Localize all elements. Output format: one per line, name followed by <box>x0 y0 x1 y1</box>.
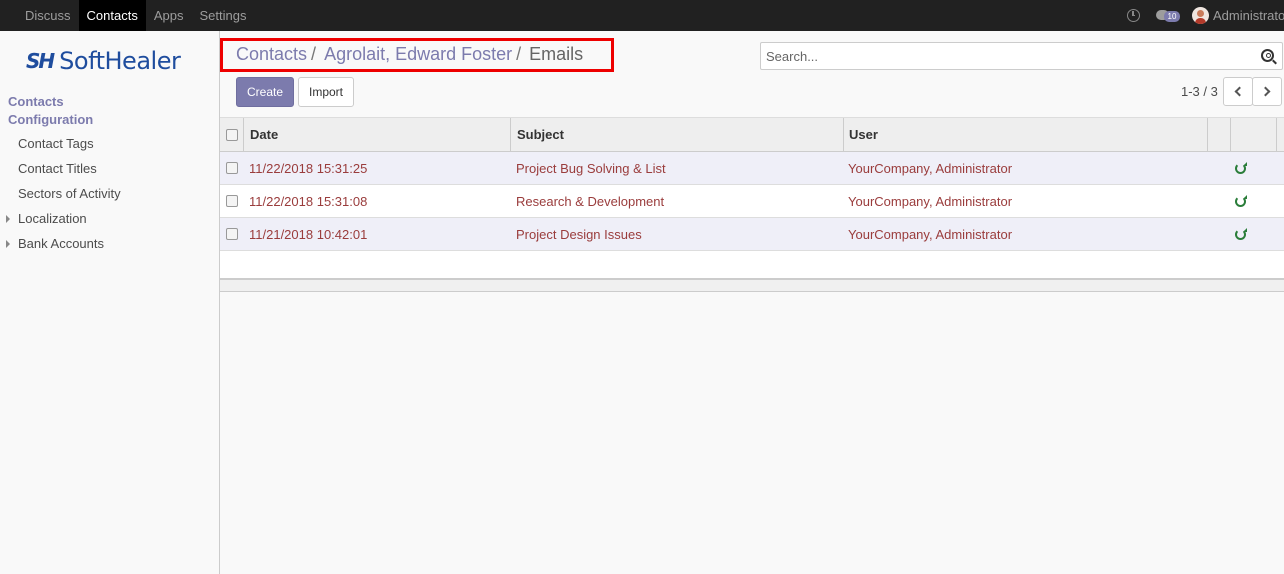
row-checkbox[interactable] <box>226 162 238 174</box>
table-header: Date Subject User <box>220 118 1284 152</box>
sidebar-item-contact-tags[interactable]: Contact Tags <box>18 136 94 151</box>
pager-previous-button[interactable] <box>1223 77 1253 106</box>
row-user: YourCompany, Administrator <box>848 193 1013 209</box>
row-date: 11/21/2018 10:42:01 <box>249 226 368 242</box>
row-select-cell <box>226 152 238 184</box>
row-date: 11/22/2018 15:31:08 <box>249 193 368 209</box>
row-subject: Project Bug Solving & List <box>516 160 666 176</box>
pager-next-button[interactable] <box>1252 77 1282 106</box>
messages-badge: 10 <box>1164 10 1180 22</box>
systray: 10 Administrator <box>1127 0 1284 31</box>
sidebar-section-configuration[interactable]: Configuration <box>8 112 93 127</box>
breadcrumb-item-emails: Emails <box>529 44 584 64</box>
user-menu[interactable]: Administrator <box>1213 8 1284 23</box>
company-logo: SH SoftHealer <box>26 47 181 75</box>
breadcrumb-separator: / <box>516 44 522 64</box>
table-row[interactable]: 11/22/2018 15:31:08 Research & Developme… <box>220 185 1284 218</box>
column-divider <box>1207 118 1208 152</box>
column-header-user[interactable]: User <box>849 118 878 151</box>
menu-apps[interactable]: Apps <box>146 0 192 31</box>
select-all-checkbox[interactable] <box>226 128 238 141</box>
search-input[interactable] <box>761 43 1241 69</box>
create-button[interactable]: Create <box>236 77 294 107</box>
chevron-left-icon <box>1234 86 1245 97</box>
row-resend-cell <box>1235 152 1247 184</box>
column-header-subject[interactable]: Subject <box>517 118 564 151</box>
row-resend-cell <box>1235 185 1247 217</box>
menu-discuss[interactable]: Discuss <box>17 0 79 31</box>
row-checkbox[interactable] <box>226 228 238 240</box>
caret-right-icon <box>6 240 10 248</box>
menu-contacts[interactable]: Contacts <box>78 0 146 31</box>
pager-value[interactable]: 1-3 / 3 <box>1181 84 1218 99</box>
refresh-icon[interactable] <box>1235 161 1247 174</box>
menu-settings[interactable]: Settings <box>191 0 254 31</box>
column-divider <box>510 118 511 152</box>
table-row[interactable]: 11/22/2018 15:31:25 Project Bug Solving … <box>220 152 1284 185</box>
activity-clock-icon[interactable] <box>1127 9 1140 22</box>
messages-icon[interactable]: 10 <box>1156 9 1180 23</box>
column-divider <box>1230 118 1231 152</box>
column-divider <box>843 118 844 152</box>
sidebar-item-bank-accounts[interactable]: Bank Accounts <box>18 236 104 251</box>
row-select-cell <box>226 218 238 250</box>
emails-list: Date Subject User 11/22/2018 15:31:25 Pr… <box>220 117 1284 280</box>
breadcrumb-separator: / <box>311 44 317 64</box>
refresh-icon[interactable] <box>1235 227 1247 240</box>
column-divider <box>1276 118 1277 152</box>
row-checkbox[interactable] <box>226 195 238 207</box>
refresh-icon[interactable] <box>1235 194 1247 207</box>
row-user: YourCompany, Administrator <box>848 160 1013 176</box>
table-footer <box>220 278 1284 292</box>
user-avatar[interactable] <box>1192 7 1209 24</box>
sidebar-section-contacts[interactable]: Contacts <box>8 94 64 109</box>
breadcrumb: Contacts / Agrolait, Edward Foster / Ema… <box>236 44 583 65</box>
import-button[interactable]: Import <box>298 77 354 107</box>
column-header-date[interactable]: Date <box>250 118 278 151</box>
row-user: YourCompany, Administrator <box>848 226 1013 242</box>
sidebar-item-localization[interactable]: Localization <box>18 211 87 226</box>
sidebar: SH SoftHealer Contacts Configuration Con… <box>0 31 220 574</box>
row-date: 11/22/2018 15:31:25 <box>249 160 368 176</box>
logo-mark: SH <box>26 49 55 73</box>
row-subject: Research & Development <box>516 193 665 209</box>
app-menu: Discuss Contacts Apps Settings <box>17 0 254 31</box>
table-row[interactable]: 11/21/2018 10:42:01 Project Design Issue… <box>220 218 1284 251</box>
sidebar-item-contact-titles[interactable]: Contact Titles <box>18 161 97 176</box>
breadcrumb-item-partner[interactable]: Agrolait, Edward Foster <box>324 44 512 65</box>
column-divider <box>243 118 244 152</box>
search-icon[interactable] <box>1261 49 1274 62</box>
row-resend-cell <box>1235 218 1247 250</box>
sidebar-item-sectors-of-activity[interactable]: Sectors of Activity <box>18 186 121 201</box>
row-subject: Project Design Issues <box>516 226 642 242</box>
breadcrumb-item-contacts[interactable]: Contacts <box>236 44 307 65</box>
search-box <box>760 42 1283 70</box>
row-select-cell <box>226 185 238 217</box>
chevron-right-icon <box>1260 86 1271 97</box>
select-all-cell <box>226 118 238 151</box>
caret-right-icon <box>6 215 10 223</box>
top-navbar: Discuss Contacts Apps Settings 10 Admini… <box>0 0 1284 31</box>
logo-text: SoftHealer <box>59 47 181 75</box>
